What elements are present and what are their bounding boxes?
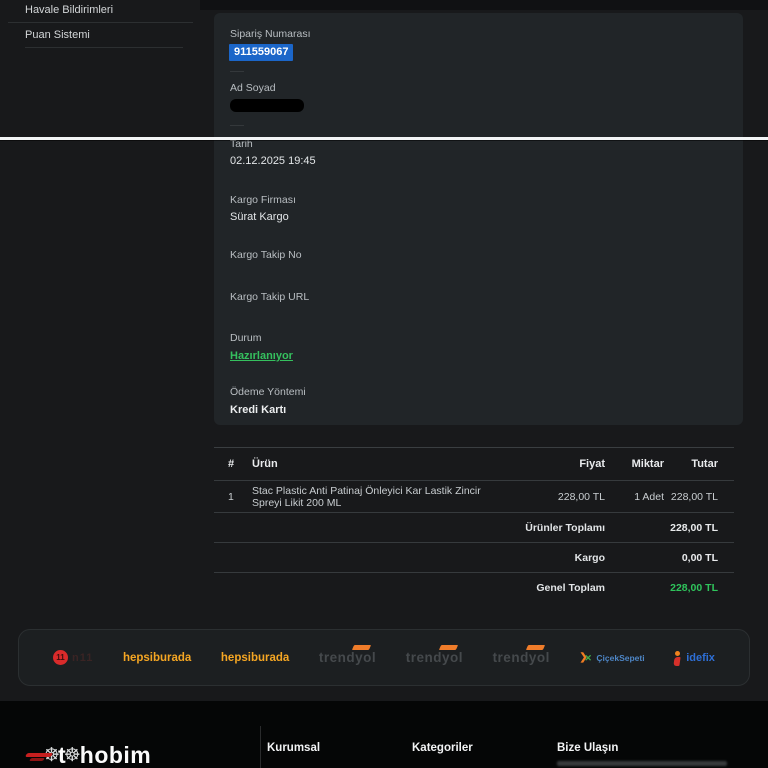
summary-label: Kargo [574, 551, 605, 564]
cargo-tracking-no-label: Kargo Takip No [230, 249, 302, 261]
hepsiburada-logo[interactable]: hepsiburada [123, 652, 191, 664]
trendyol-wordmark: trendyol [318, 650, 377, 665]
footer-heading-bize-ulasin: Bize Ulaşın [557, 742, 619, 754]
ciceksepeti-wordmark: ÇiçekSepeti [596, 652, 645, 663]
order-number-label: Sipariş Numarası [230, 28, 311, 40]
summary-label: Ürünler Toplamı [525, 521, 605, 534]
item-product: Stac Plastic Anti Patinaj Önleyici Kar L… [252, 484, 481, 509]
summary-row-products-total: Ürünler Toplamı 228,00 TL [214, 513, 734, 543]
date-value: 02.12.2025 19:45 [230, 155, 316, 167]
order-number-value[interactable]: 911559067 [229, 44, 294, 61]
sidebar-item-havale-bildirimleri[interactable]: Havale Bildirimleri [25, 4, 113, 16]
col-header-total: Tutar [691, 458, 718, 470]
field-separator [230, 71, 244, 72]
footer-divider [260, 726, 261, 768]
n11-logo[interactable]: 11 n11 [53, 650, 93, 665]
sidebar-divider [8, 22, 193, 23]
hepsiburada-logo[interactable]: hepsiburada [221, 652, 289, 664]
summary-value: 228,00 TL [670, 521, 718, 534]
hepsiburada-wordmark: hepsiburada [220, 651, 290, 664]
clipped-address-text [557, 761, 727, 766]
customer-name-label: Ad Soyad [230, 82, 276, 94]
footer-heading-kurumsal: Kurumsal [267, 742, 321, 754]
table-header-row: # Ürün Fiyat Miktar Tutar [214, 448, 734, 481]
trendyol-flag-icon [438, 645, 459, 650]
trendyol-wordmark: trendyol [492, 650, 550, 665]
page-separator-line [0, 137, 768, 140]
idefix-wordmark: idefix [686, 651, 715, 664]
trendyol-wordmark: trendyol [405, 650, 463, 665]
summary-row-grand-total: Genel Toplam 228,00 TL [214, 573, 734, 603]
item-price: 228,00 TL [557, 490, 605, 503]
col-header-index: # [228, 458, 235, 470]
wheel-icon: ☸ [63, 745, 81, 766]
table-row: 1 Stac Plastic Anti Patinaj Önleyici Kar… [214, 481, 734, 513]
summary-value-grand-total: 228,00 TL [670, 582, 718, 594]
marketplace-logo-bar: 11 n11 hepsiburada hepsiburada trendyol … [18, 629, 750, 686]
brand-wordmark: hobim [79, 742, 152, 768]
trendyol-logo[interactable]: trendyol [405, 645, 463, 665]
item-qty: 1 Adet [634, 490, 664, 503]
idefix-i-icon [673, 650, 682, 666]
n11-wordmark: n11 [72, 651, 94, 664]
sidebar-item-puan-sistemi[interactable]: Puan Sistemi [25, 29, 90, 41]
summary-value: 0,00 TL [681, 551, 718, 564]
col-header-product: Ürün [252, 458, 278, 470]
summary-label: Genel Toplam [536, 582, 605, 594]
otohobim-logo[interactable]: ☸t☸hobim [22, 744, 151, 767]
trendyol-flag-icon [525, 645, 545, 650]
top-strip [200, 0, 768, 10]
hepsiburada-wordmark: hepsiburada [122, 651, 192, 664]
footer: ☸t☸hobim Kurumsal Kategoriler Bize Ulaşı… [0, 701, 768, 768]
ciceksepeti-logo[interactable]: ❯ ✕ ÇiçekSepeti [579, 652, 644, 664]
idefix-logo[interactable]: idefix [673, 650, 715, 666]
cargo-company-value: Sürat Kargo [230, 211, 289, 223]
payment-method-label: Ödeme Yöntemi [230, 386, 306, 398]
item-total: 228,00 TL [670, 490, 718, 503]
footer-heading-kategoriler: Kategoriler [412, 742, 473, 754]
trendyol-logo[interactable]: trendyol [318, 645, 377, 665]
order-details-card: Sipariş Numarası 911559067 Ad Soyad Tari… [214, 13, 743, 425]
col-header-price: Fiyat [579, 458, 605, 470]
order-items-table: # Ürün Fiyat Miktar Tutar 1 Stac Plastic… [214, 447, 734, 603]
customer-name-redacted [230, 99, 304, 112]
speed-swoosh-icon [22, 750, 54, 762]
n11-circle-icon: 11 [53, 650, 68, 665]
item-index: 1 [228, 490, 234, 503]
sidebar-divider [25, 47, 183, 48]
trendyol-logo[interactable]: trendyol [492, 645, 550, 665]
trendyol-flag-icon [352, 645, 372, 650]
status-label: Durum [230, 332, 262, 344]
status-value[interactable]: Hazırlanıyor [230, 350, 293, 362]
ciceksepeti-flower-icon: ❯ ✕ [579, 651, 592, 663]
col-header-qty: Miktar [631, 458, 664, 470]
payment-method-value: Kredi Kartı [230, 404, 287, 416]
cargo-company-label: Kargo Firması [230, 194, 296, 206]
field-separator [230, 125, 244, 126]
summary-row-shipping: Kargo 0,00 TL [214, 543, 734, 573]
cargo-tracking-url-label: Kargo Takip URL [230, 291, 310, 303]
